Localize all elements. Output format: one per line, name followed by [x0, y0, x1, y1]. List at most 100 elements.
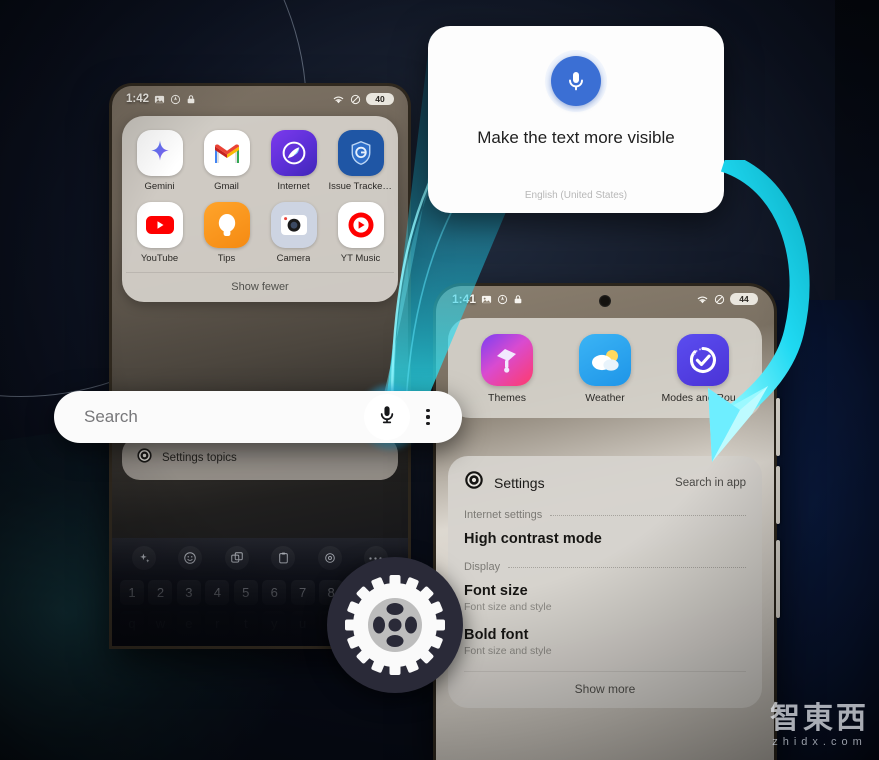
gmail-icon — [203, 130, 250, 176]
app-weather[interactable]: Weather — [556, 334, 654, 404]
app-youtube[interactable]: YouTube — [126, 202, 193, 264]
app-modes-routines[interactable]: Modes and Rou... — [654, 334, 752, 404]
setting-item-subtitle: Font size and style — [464, 645, 552, 657]
app-internet[interactable]: Internet — [260, 130, 327, 192]
settings-results-card: Settings Search in app Internet settings… — [448, 456, 762, 708]
app-themes[interactable]: Themes — [458, 334, 556, 404]
right-app-card: Themes Weather Modes and Rou... — [448, 318, 762, 418]
app-label: YT Music — [340, 253, 381, 264]
app-yt-music[interactable]: YT Music — [327, 202, 394, 264]
app-label: Modes and Rou... — [661, 392, 745, 404]
location-icon — [170, 94, 181, 105]
app-label: Internet — [277, 181, 310, 192]
settings-card-header: Settings Search in app — [464, 470, 746, 495]
kebab-menu-icon[interactable] — [416, 409, 440, 425]
left-phone-screen: 1:42 40 Gemini Gmail Internet Issue Trac… — [112, 86, 408, 646]
app-issue-tracker[interactable]: Issue Tracker S... — [327, 130, 394, 192]
app-label: Tips — [217, 253, 236, 264]
gear-icon — [345, 575, 445, 675]
left-app-card: Gemini Gmail Internet Issue Tracker YouT… — [122, 116, 398, 302]
wifi-icon — [332, 94, 345, 105]
setting-item-bold-font[interactable]: Bold font Font size and style — [464, 627, 746, 657]
modes-routines-icon — [677, 334, 729, 386]
background-blue-glow — [770, 300, 879, 760]
status-bar-right: 40 — [332, 93, 394, 105]
setting-item-high-contrast-mode[interactable]: High contrast mode — [464, 531, 746, 547]
setting-item-font-size[interactable]: Font size Font size and style — [464, 583, 746, 613]
right-app-grid: Themes Weather Modes and Rou... — [458, 334, 752, 404]
status-bar-left: 1:42 — [126, 93, 196, 105]
status-bar-left: 1:41 — [452, 292, 523, 306]
section-label: Internet settings — [464, 509, 543, 521]
scene-stage: 1:42 40 Gemini Gmail Internet Issue Trac… — [0, 0, 879, 760]
left-phone: 1:42 40 Gemini Gmail Internet Issue Trac… — [112, 86, 408, 646]
wifi-icon — [696, 294, 709, 305]
section-display: Display — [464, 561, 746, 573]
setting-item-subtitle: Font size and style — [464, 601, 552, 613]
watermark: 智東西 zhidx.com — [770, 701, 869, 749]
app-label: Weather — [585, 392, 625, 404]
lock-icon — [186, 94, 196, 105]
app-label: YouTube — [140, 253, 179, 264]
app-label: Gemini — [144, 181, 175, 192]
status-bar-time: 1:41 — [452, 292, 477, 306]
mic-glow-ring — [545, 50, 607, 112]
phone-power-button[interactable] — [776, 540, 780, 618]
search-mic-button[interactable] — [364, 394, 410, 440]
screenshot-icon — [481, 294, 492, 305]
app-gmail[interactable]: Gmail — [193, 130, 260, 192]
settings-app-name: Settings — [494, 474, 545, 491]
setting-item-title: Bold font — [464, 627, 529, 643]
dnd-icon — [714, 294, 725, 305]
setting-item-title: Font size — [464, 583, 528, 599]
phone-volume-up-button[interactable] — [776, 398, 780, 456]
show-fewer-button[interactable]: Show fewer — [126, 272, 394, 302]
app-label: Issue Tracker S... — [328, 181, 393, 192]
settings-logo-badge — [327, 557, 463, 693]
microphone-icon — [376, 403, 398, 431]
search-bar-overlay[interactable]: Search — [54, 391, 462, 443]
app-label: Themes — [488, 392, 526, 404]
left-status-bar: 1:42 40 — [112, 86, 408, 112]
section-divider — [508, 566, 746, 568]
app-gemini[interactable]: Gemini — [126, 130, 193, 192]
section-divider — [550, 514, 746, 516]
settings-topics-label: Settings topics — [162, 452, 237, 464]
issue-tracker-icon — [337, 130, 384, 176]
right-status-bar: 1:41 44 — [436, 286, 774, 312]
show-more-button[interactable]: Show more — [464, 671, 746, 708]
voice-transcript-text: Make the text more visible — [477, 128, 675, 147]
kebab-dot — [426, 421, 430, 425]
search-input[interactable]: Search — [54, 407, 364, 427]
section-label: Display — [464, 561, 501, 573]
app-label: Gmail — [214, 181, 239, 192]
gemini-icon — [136, 130, 183, 176]
search-in-app-link[interactable]: Search in app — [675, 477, 746, 489]
microphone-icon[interactable] — [551, 56, 601, 106]
status-bar-right: 44 — [696, 293, 758, 305]
lock-icon — [513, 294, 523, 305]
section-internet-settings: Internet settings — [464, 509, 746, 521]
watermark-latin: zhidx.com — [772, 736, 867, 748]
phone-volume-down-button[interactable] — [776, 466, 780, 524]
location-icon — [497, 294, 508, 305]
kebab-dot — [426, 415, 430, 419]
status-bar-time: 1:42 — [126, 93, 150, 105]
watermark-chinese: 智東西 — [770, 701, 869, 736]
battery-icon: 44 — [730, 293, 758, 305]
left-app-grid: Gemini Gmail Internet Issue Tracker YouT… — [126, 130, 394, 264]
setting-item-title: High contrast mode — [464, 531, 602, 547]
themes-icon — [481, 334, 533, 386]
tips-icon — [203, 202, 250, 248]
voice-transcript-popup: Make the text more visible English (Unit… — [428, 26, 724, 213]
camera-icon — [270, 202, 317, 248]
right-phone: 1:41 44 Themes Weather Modes and Rou... … — [436, 286, 774, 760]
yt-music-icon — [337, 202, 384, 248]
weather-icon — [579, 334, 631, 386]
app-tips[interactable]: Tips — [193, 202, 260, 264]
right-phone-screen: 1:41 44 Themes Weather Modes and Rou... … — [436, 286, 774, 760]
dnd-icon — [350, 94, 361, 105]
app-camera[interactable]: Camera — [260, 202, 327, 264]
app-label: Camera — [276, 253, 311, 264]
youtube-icon — [136, 202, 183, 248]
